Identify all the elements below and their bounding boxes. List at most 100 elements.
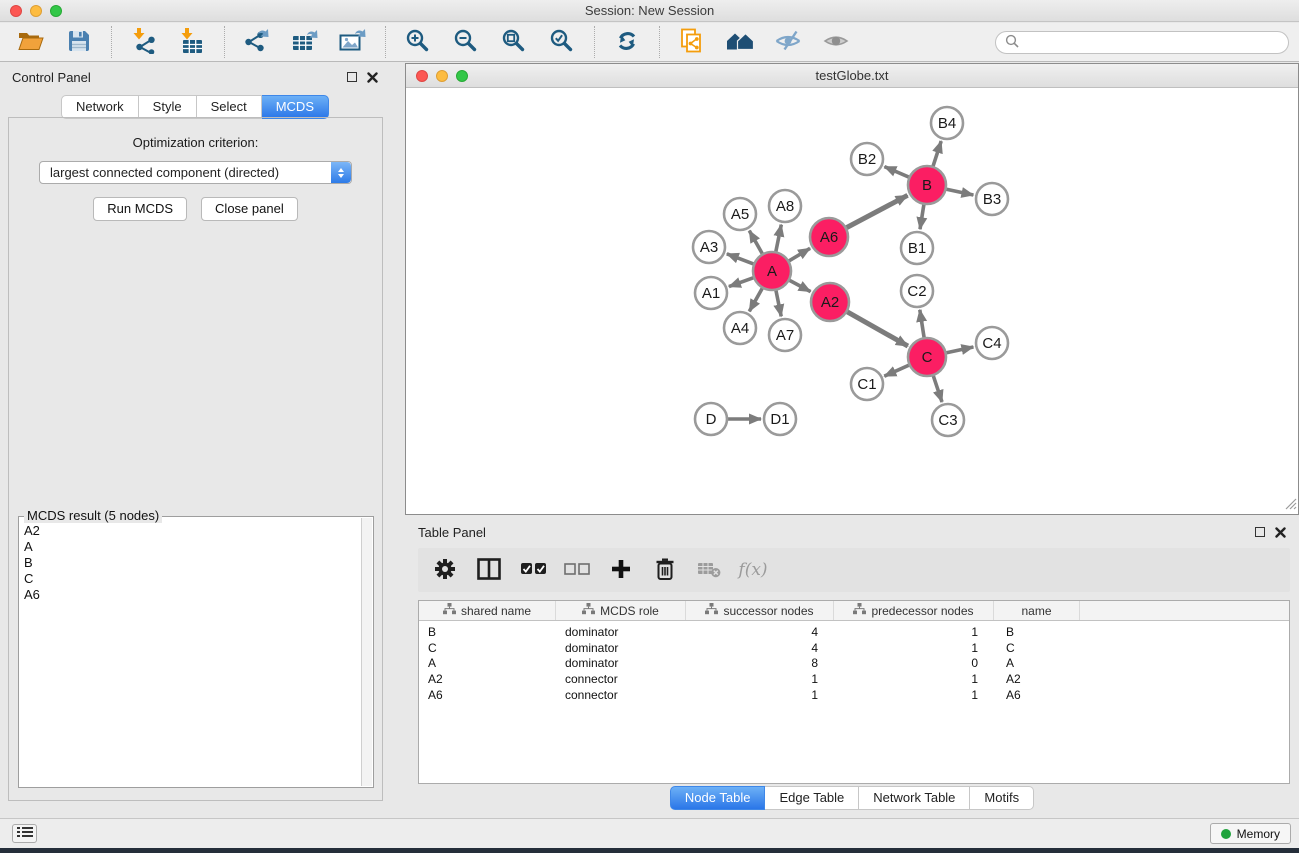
zoom-selected-button[interactable] (541, 25, 583, 59)
graph-edge-B-B3[interactable] (944, 189, 974, 195)
graph-node-B3[interactable]: B3 (976, 183, 1008, 215)
table-row-a6[interactable]: A6connector11A6 (419, 687, 1289, 703)
result-item-b[interactable]: B (21, 555, 359, 571)
column-header-name[interactable]: name (994, 601, 1080, 620)
graph-edge-C-C3[interactable] (932, 373, 942, 402)
import-table-button[interactable] (171, 25, 213, 59)
column-header-successor-nodes[interactable]: successor nodes (686, 601, 834, 620)
network-canvas[interactable]: B4 B2 B B3 B1 A5 A8 A6 A3 A A1 A2 C2 A4 A7 C4 C C1 C3 D D1 (406, 89, 1298, 514)
graph-node-A3[interactable]: A3 (693, 231, 725, 263)
resize-grip-icon[interactable] (1284, 497, 1297, 513)
save-session-button[interactable] (58, 25, 100, 59)
graph-edge-A-A1[interactable] (729, 277, 756, 287)
search-input[interactable] (1024, 35, 1279, 50)
float-table-panel-icon[interactable] (1255, 527, 1265, 537)
home-button[interactable] (719, 25, 761, 59)
import-network-button[interactable] (123, 25, 165, 59)
tab-select[interactable]: Select (197, 95, 262, 119)
graph-edge-A2-C[interactable] (845, 310, 908, 346)
table-options-button[interactable] (428, 552, 462, 588)
open-session-button[interactable] (10, 25, 52, 59)
graph-node-A7[interactable]: A7 (769, 319, 801, 351)
float-panel-icon[interactable] (347, 72, 357, 82)
deselect-all-button[interactable] (560, 552, 594, 588)
zoom-in-button[interactable] (397, 25, 439, 59)
tab-edge-table[interactable]: Edge Table (765, 786, 859, 810)
graph-node-C[interactable]: C (908, 338, 946, 376)
graph-edge-C-C1[interactable] (884, 364, 911, 376)
criterion-dropdown[interactable]: largest connected component (directed) (39, 161, 352, 184)
graph-edge-A-A6[interactable] (787, 248, 811, 262)
close-panel-button[interactable]: Close panel (201, 197, 298, 221)
run-mcds-button[interactable]: Run MCDS (93, 197, 187, 221)
tab-node-table[interactable]: Node Table (670, 786, 766, 810)
graph-edge-B-B2[interactable] (884, 167, 911, 179)
export-network-button[interactable] (236, 25, 278, 59)
graph-node-A[interactable]: A (753, 252, 791, 290)
tab-motifs[interactable]: Motifs (970, 786, 1034, 810)
graph-edge-C-C4[interactable] (944, 347, 974, 353)
graph-node-C4[interactable]: C4 (976, 327, 1008, 359)
graph-node-D1[interactable]: D1 (764, 403, 796, 435)
network-zoom-light[interactable] (456, 70, 468, 82)
graph-edge-A-A8[interactable] (775, 225, 781, 255)
graph-node-C1[interactable]: C1 (851, 368, 883, 400)
export-table-button[interactable] (284, 25, 326, 59)
tab-mcds[interactable]: MCDS (262, 95, 329, 119)
delete-table-button[interactable] (692, 552, 726, 588)
select-all-button[interactable] (516, 552, 550, 588)
close-light[interactable] (10, 5, 22, 17)
graph-node-C2[interactable]: C2 (901, 275, 933, 307)
tab-network[interactable]: Network (61, 95, 139, 119)
graph-node-B2[interactable]: B2 (851, 143, 883, 175)
show-all-button[interactable] (815, 25, 857, 59)
zoom-out-button[interactable] (445, 25, 487, 59)
network-minimize-light[interactable] (436, 70, 448, 82)
result-item-c[interactable]: C (21, 571, 359, 587)
graph-edge-C-C2[interactable] (920, 310, 925, 340)
graph-node-A8[interactable]: A8 (769, 190, 801, 222)
table-row-c[interactable]: Cdominator41C (419, 640, 1289, 656)
minimize-light[interactable] (30, 5, 42, 17)
graph-edge-A-A5[interactable] (749, 231, 763, 257)
column-header-shared-name[interactable]: shared name (419, 601, 556, 620)
result-scrollbar[interactable] (361, 518, 372, 786)
graph-edge-A6-B[interactable] (844, 195, 908, 229)
tab-style[interactable]: Style (139, 95, 197, 119)
table-row-b[interactable]: Bdominator41B (419, 624, 1289, 640)
graph-node-A5[interactable]: A5 (724, 198, 756, 230)
delete-column-button[interactable] (648, 552, 682, 588)
graph-edge-A-A4[interactable] (749, 286, 763, 312)
column-header-predecessor-nodes[interactable]: predecessor nodes (834, 601, 994, 620)
graph-edge-A-A3[interactable] (727, 254, 756, 265)
result-item-a2[interactable]: A2 (21, 523, 359, 539)
export-image-button[interactable] (332, 25, 374, 59)
graph-edge-B-B1[interactable] (920, 202, 924, 229)
graph-edge-A-A7[interactable] (775, 288, 781, 317)
result-item-a[interactable]: A (21, 539, 359, 555)
graph-node-A2[interactable]: A2 (811, 283, 849, 321)
hide-selected-button[interactable] (767, 25, 809, 59)
network-from-file-button[interactable] (671, 25, 713, 59)
graph-node-A1[interactable]: A1 (695, 277, 727, 309)
column-view-button[interactable] (472, 552, 506, 588)
graph-edge-A-A2[interactable] (787, 279, 811, 292)
network-close-light[interactable] (416, 70, 428, 82)
graph-node-B[interactable]: B (908, 166, 946, 204)
memory-button[interactable]: Memory (1210, 823, 1291, 844)
graph-node-B4[interactable]: B4 (931, 107, 963, 139)
create-column-button[interactable] (604, 552, 638, 588)
graph-node-B1[interactable]: B1 (901, 232, 933, 264)
graph-node-A6[interactable]: A6 (810, 218, 848, 256)
table-row-a[interactable]: Adominator80A (419, 655, 1289, 671)
graph-node-D[interactable]: D (695, 403, 727, 435)
close-table-panel-icon[interactable] (1274, 526, 1286, 538)
table-row-a2[interactable]: A2connector11A2 (419, 671, 1289, 687)
function-builder-button[interactable]: f(x) (736, 552, 770, 588)
graph-node-C3[interactable]: C3 (932, 404, 964, 436)
refresh-view-button[interactable] (606, 25, 648, 59)
tab-network-table[interactable]: Network Table (859, 786, 970, 810)
graph-node-A4[interactable]: A4 (724, 312, 756, 344)
result-item-a6[interactable]: A6 (21, 587, 359, 603)
task-history-button[interactable] (12, 824, 37, 843)
